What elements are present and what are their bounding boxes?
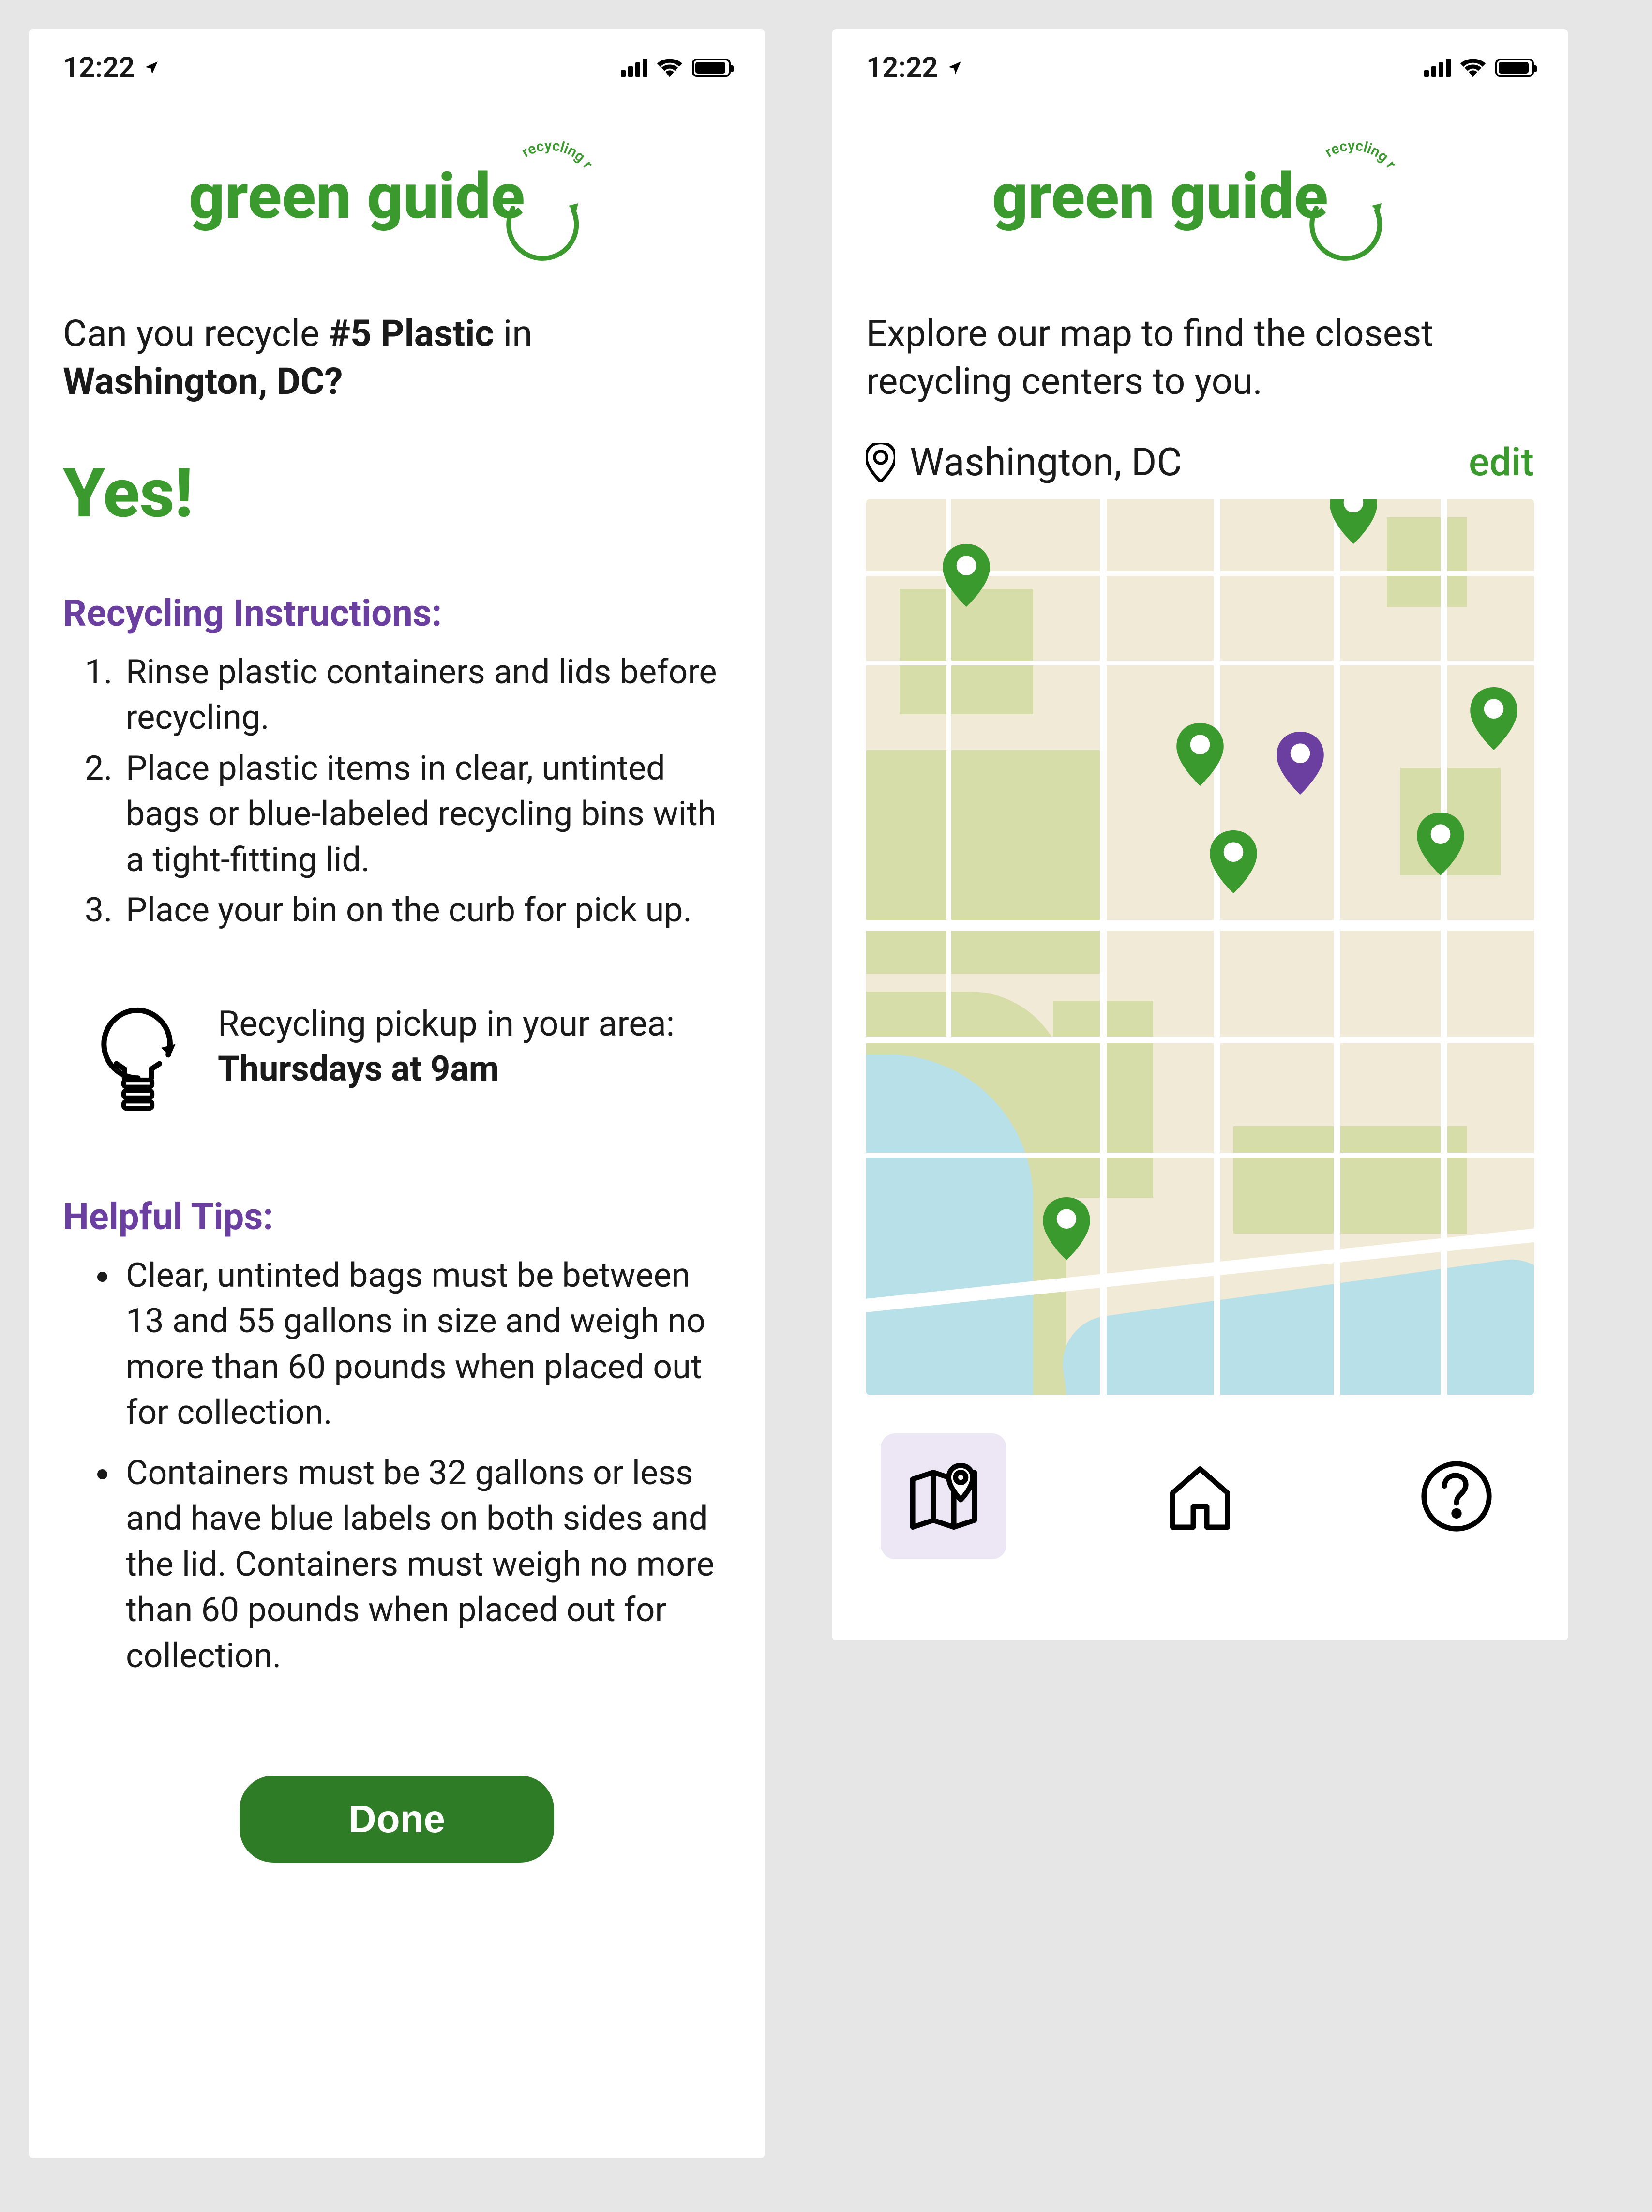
location-pin-icon bbox=[866, 443, 895, 482]
battery-icon bbox=[692, 59, 731, 77]
svg-text:green guide: green guide bbox=[189, 159, 525, 233]
map-screen: 12:22 green guide recycling right Explor… bbox=[832, 29, 1568, 1640]
svg-text:recycling right: recycling right bbox=[519, 137, 596, 188]
map-marker[interactable] bbox=[1470, 687, 1518, 750]
app-logo: green guide recycling right bbox=[63, 135, 731, 261]
home-icon bbox=[1159, 1455, 1241, 1537]
help-icon bbox=[1415, 1455, 1498, 1537]
svg-text:recycling right: recycling right bbox=[1322, 137, 1399, 188]
edit-location-link[interactable]: edit bbox=[1469, 439, 1534, 485]
cellular-signal-icon bbox=[1424, 59, 1451, 77]
tab-home[interactable] bbox=[1137, 1433, 1263, 1559]
list-item: Place your bin on the curb for pick up. bbox=[121, 888, 731, 933]
list-item: Clear, untinted bags must be between 13 … bbox=[121, 1253, 731, 1436]
map-marker[interactable] bbox=[1416, 813, 1465, 875]
done-button[interactable]: Done bbox=[240, 1776, 554, 1863]
map-marker[interactable] bbox=[1176, 723, 1224, 786]
pickup-label: Recycling pickup in your area: bbox=[218, 1001, 675, 1047]
location-services-icon bbox=[946, 60, 963, 76]
tab-help[interactable] bbox=[1394, 1433, 1519, 1559]
map-marker[interactable] bbox=[1209, 830, 1258, 893]
tab-bar bbox=[866, 1433, 1534, 1559]
svg-text:green guide: green guide bbox=[992, 159, 1328, 233]
battery-icon bbox=[1495, 59, 1534, 77]
map-view[interactable] bbox=[866, 499, 1534, 1395]
instructions-list: Rinse plastic containers and lids before… bbox=[68, 649, 731, 933]
tab-map[interactable] bbox=[881, 1433, 1006, 1559]
tips-list: Clear, untinted bags must be between 13 … bbox=[68, 1253, 731, 1679]
status-bar: 12:22 bbox=[866, 29, 1534, 106]
map-icon bbox=[902, 1455, 985, 1537]
wifi-icon bbox=[657, 58, 682, 77]
app-logo: green guide recycling right bbox=[866, 135, 1534, 261]
location-text: Washington, DC bbox=[910, 439, 1182, 485]
recycle-question: Can you recycle #5 Plastic in Washington… bbox=[63, 310, 731, 406]
status-time: 12:22 bbox=[866, 51, 938, 84]
answer-yes: Yes! bbox=[63, 454, 731, 533]
map-marker[interactable] bbox=[1276, 732, 1324, 795]
lightbulb-recycle-icon bbox=[92, 1001, 184, 1117]
location-services-icon bbox=[143, 60, 160, 76]
list-item: Containers must be 32 gallons or less an… bbox=[121, 1450, 731, 1679]
cellular-signal-icon bbox=[621, 59, 647, 77]
results-screen: 12:22 green guide recycling right Can yo… bbox=[29, 29, 765, 2158]
tips-heading: Helpful Tips: bbox=[63, 1195, 731, 1238]
list-item: Place plastic items in clear, untinted b… bbox=[121, 746, 731, 883]
pickup-info: Recycling pickup in your area: Thursdays… bbox=[92, 1001, 731, 1117]
instructions-heading: Recycling Instructions: bbox=[63, 591, 731, 635]
map-marker[interactable] bbox=[1329, 499, 1378, 544]
map-marker[interactable] bbox=[1042, 1197, 1091, 1260]
list-item: Rinse plastic containers and lids before… bbox=[121, 649, 731, 741]
explore-prompt: Explore our map to find the closest recy… bbox=[866, 310, 1534, 406]
wifi-icon bbox=[1460, 58, 1486, 77]
pickup-time: Thursdays at 9am bbox=[218, 1048, 499, 1089]
status-time: 12:22 bbox=[63, 51, 135, 84]
map-marker[interactable] bbox=[942, 544, 991, 607]
status-bar: 12:22 bbox=[63, 29, 731, 106]
location-row: Washington, DC edit bbox=[866, 439, 1534, 485]
